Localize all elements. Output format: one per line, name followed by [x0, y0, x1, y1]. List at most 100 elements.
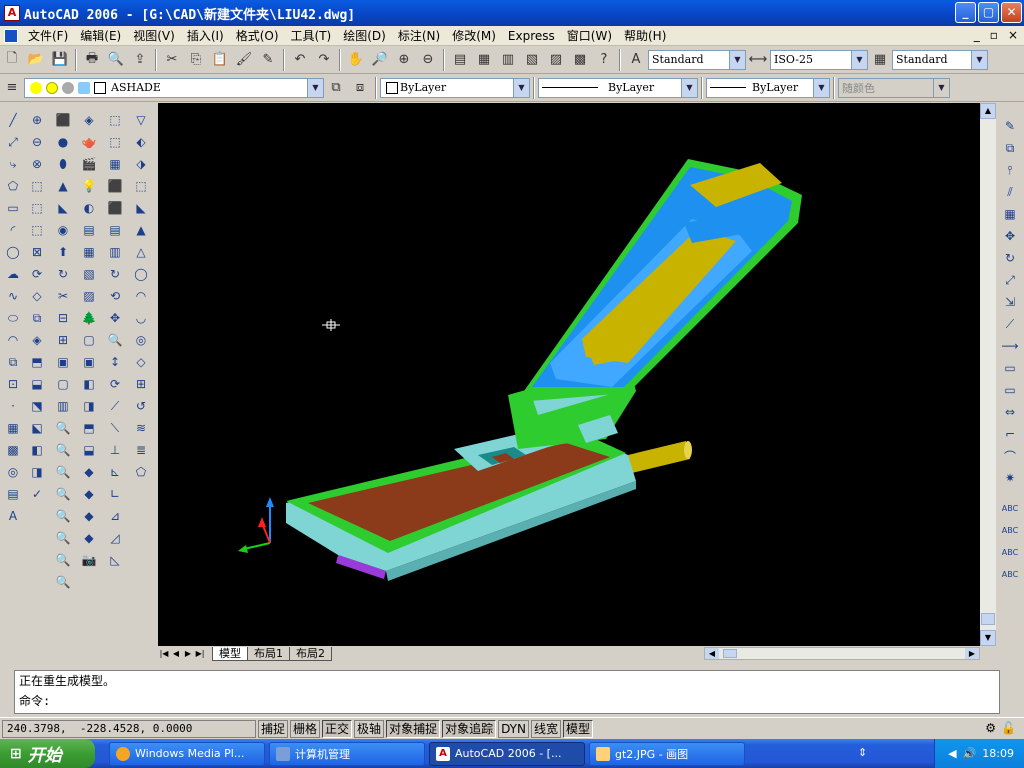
- union-icon[interactable]: ⊕: [26, 109, 48, 131]
- text-abc-icon[interactable]: ABC: [999, 497, 1021, 519]
- dome-icon[interactable]: ◠: [130, 285, 152, 307]
- cone-surface-icon[interactable]: △: [130, 241, 152, 263]
- block-editor-icon[interactable]: ✎: [257, 49, 279, 71]
- tab-next-icon[interactable]: ▶: [182, 647, 194, 660]
- tab-first-icon[interactable]: |◀: [158, 647, 170, 660]
- document-icon[interactable]: [4, 28, 18, 43]
- spline-icon[interactable]: ∿: [2, 285, 24, 307]
- find-replace-icon[interactable]: ABC: [999, 563, 1021, 585]
- views-right-icon[interactable]: ◨: [78, 395, 100, 417]
- circle-icon[interactable]: ◯: [2, 241, 24, 263]
- check-icon[interactable]: ✓: [26, 483, 48, 505]
- copy-icon[interactable]: ⎘: [185, 49, 207, 71]
- slice-icon[interactable]: ✂: [52, 285, 74, 307]
- minimize-button[interactable]: _: [955, 2, 976, 23]
- zoom-window-icon[interactable]: ⊕: [393, 49, 415, 71]
- construction-line-icon[interactable]: ⤢: [2, 131, 24, 153]
- lock-icon[interactable]: [78, 81, 90, 94]
- rotate-faces-icon[interactable]: ⟳: [26, 263, 48, 285]
- dyn-toggle[interactable]: DYN: [498, 719, 529, 738]
- menu-window[interactable]: 窗口(W): [561, 27, 618, 44]
- multiline-text-icon[interactable]: A: [2, 505, 24, 527]
- polygon-icon[interactable]: ⬠: [2, 175, 24, 197]
- copy-edges-icon[interactable]: ⬒: [26, 351, 48, 373]
- chamfer-icon[interactable]: ⌐: [999, 423, 1021, 445]
- offset-faces-icon[interactable]: ⬚: [26, 219, 48, 241]
- sphere-surface-icon[interactable]: ◯: [130, 263, 152, 285]
- views-front-icon[interactable]: ⬒: [78, 417, 100, 439]
- color-faces-icon[interactable]: ◈: [26, 329, 48, 351]
- line-icon[interactable]: ╱: [2, 109, 24, 131]
- table-icon[interactable]: ▤: [2, 483, 24, 505]
- menu-dimension[interactable]: 标注(N): [392, 27, 446, 44]
- help-icon[interactable]: ?: [593, 49, 615, 71]
- command-prompt[interactable]: 命令:: [15, 691, 999, 711]
- point-icon[interactable]: ·: [2, 395, 24, 417]
- ucs-apply-icon[interactable]: ◺: [104, 549, 126, 571]
- ellipse-icon[interactable]: ⬭: [2, 307, 24, 329]
- model-space-toggle[interactable]: 模型: [563, 719, 594, 738]
- markup-icon[interactable]: ▨: [545, 49, 567, 71]
- linetype-control-select[interactable]: ByLayer ▼: [538, 77, 698, 98]
- mdi-restore-button[interactable]: ▫: [990, 28, 998, 42]
- explode-icon[interactable]: ✷: [999, 467, 1021, 489]
- 3d-orbit-icon[interactable]: ↻: [104, 263, 126, 285]
- surface-3d-face-icon[interactable]: ⬗: [130, 153, 152, 175]
- table-style-select[interactable]: Standard ▼: [892, 49, 988, 70]
- wedge-icon[interactable]: ◣: [52, 197, 74, 219]
- menu-file[interactable]: 文件(F): [22, 27, 74, 44]
- separate-icon[interactable]: ◧: [26, 439, 48, 461]
- ortho-toggle[interactable]: 正交: [322, 719, 353, 738]
- viewport-freeze-icon[interactable]: [62, 81, 74, 94]
- menu-insert[interactable]: 插入(I): [181, 27, 230, 44]
- save-icon[interactable]: 💾: [49, 49, 71, 71]
- scroll-up-icon[interactable]: ▲: [980, 103, 996, 119]
- pan-icon[interactable]: ✋: [345, 49, 367, 71]
- cut-icon[interactable]: ✂: [161, 49, 183, 71]
- surface-2d-icon[interactable]: ⬖: [130, 131, 152, 153]
- gouraud-edges-icon[interactable]: ▥: [104, 241, 126, 263]
- edge-icon[interactable]: ◇: [130, 351, 152, 373]
- taper-faces-icon[interactable]: ◇: [26, 285, 48, 307]
- pyramid-icon[interactable]: ▲: [130, 219, 152, 241]
- revolved-surface-icon[interactable]: ↺: [130, 395, 152, 417]
- continuous-orbit-icon[interactable]: ⟲: [104, 285, 126, 307]
- setup-drawing-icon[interactable]: ▣: [52, 351, 74, 373]
- array-icon[interactable]: ▦: [999, 203, 1021, 225]
- match-properties-icon[interactable]: 🖌: [233, 49, 255, 71]
- fillet-icon[interactable]: ⌒: [999, 445, 1021, 467]
- copy-faces-icon[interactable]: ⧉: [26, 307, 48, 329]
- open-file-icon[interactable]: 📂: [25, 49, 47, 71]
- camera-icon[interactable]: 📷: [78, 549, 100, 571]
- 3d-zoom-icon[interactable]: 🔍: [104, 329, 126, 351]
- stretch-icon[interactable]: ⇲: [999, 291, 1021, 313]
- arc-icon[interactable]: ◜: [2, 219, 24, 241]
- task-paint[interactable]: gt2.JPG - 画图: [589, 741, 745, 766]
- background-icon[interactable]: ▧: [78, 263, 100, 285]
- tray-back-icon[interactable]: ◀: [948, 747, 956, 760]
- delete-faces-icon[interactable]: ⊠: [26, 241, 48, 263]
- fog-icon[interactable]: ▨: [78, 285, 100, 307]
- rotate-icon[interactable]: ↻: [999, 247, 1021, 269]
- dim-style-select[interactable]: ISO-25 ▼: [770, 49, 868, 70]
- zoom-scale-icon[interactable]: 🔍: [52, 505, 74, 527]
- spell-check-icon[interactable]: ABC: [999, 541, 1021, 563]
- swivel-icon[interactable]: ⟳: [104, 373, 126, 395]
- ucs-face-icon[interactable]: ◿: [104, 527, 126, 549]
- views-nw-iso-icon[interactable]: ◆: [78, 527, 100, 549]
- vertical-scrollbar[interactable]: ▲ ▼: [980, 103, 996, 646]
- dish-icon[interactable]: ◡: [130, 307, 152, 329]
- menu-modify[interactable]: 修改(M): [446, 27, 502, 44]
- zoom-dynamic-icon[interactable]: 🔍: [52, 571, 74, 593]
- color-control-select[interactable]: ByLayer ▼: [380, 77, 530, 98]
- extrude-faces-icon[interactable]: ⬚: [26, 175, 48, 197]
- zoom-object-icon[interactable]: 🔍: [52, 549, 74, 571]
- ellipse-arc-icon[interactable]: ◠: [2, 329, 24, 351]
- gouraud-shaded-icon[interactable]: ⬛: [104, 197, 126, 219]
- text-style-select[interactable]: Standard ▼: [648, 49, 746, 70]
- named-views-icon[interactable]: ▽: [130, 109, 152, 131]
- 3d-pan-icon[interactable]: ✥: [104, 307, 126, 329]
- chevron-down-icon[interactable]: ▼: [813, 78, 829, 97]
- lineweight-control-select[interactable]: ByLayer ▼: [706, 77, 830, 98]
- menu-format[interactable]: 格式(O): [230, 27, 285, 44]
